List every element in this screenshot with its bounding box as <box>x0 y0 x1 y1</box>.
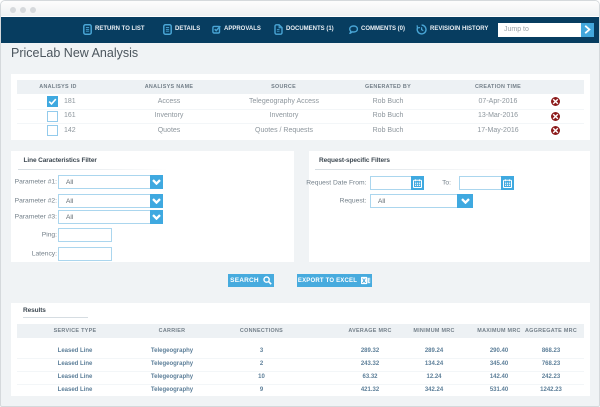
svg-text:X: X <box>362 279 366 285</box>
